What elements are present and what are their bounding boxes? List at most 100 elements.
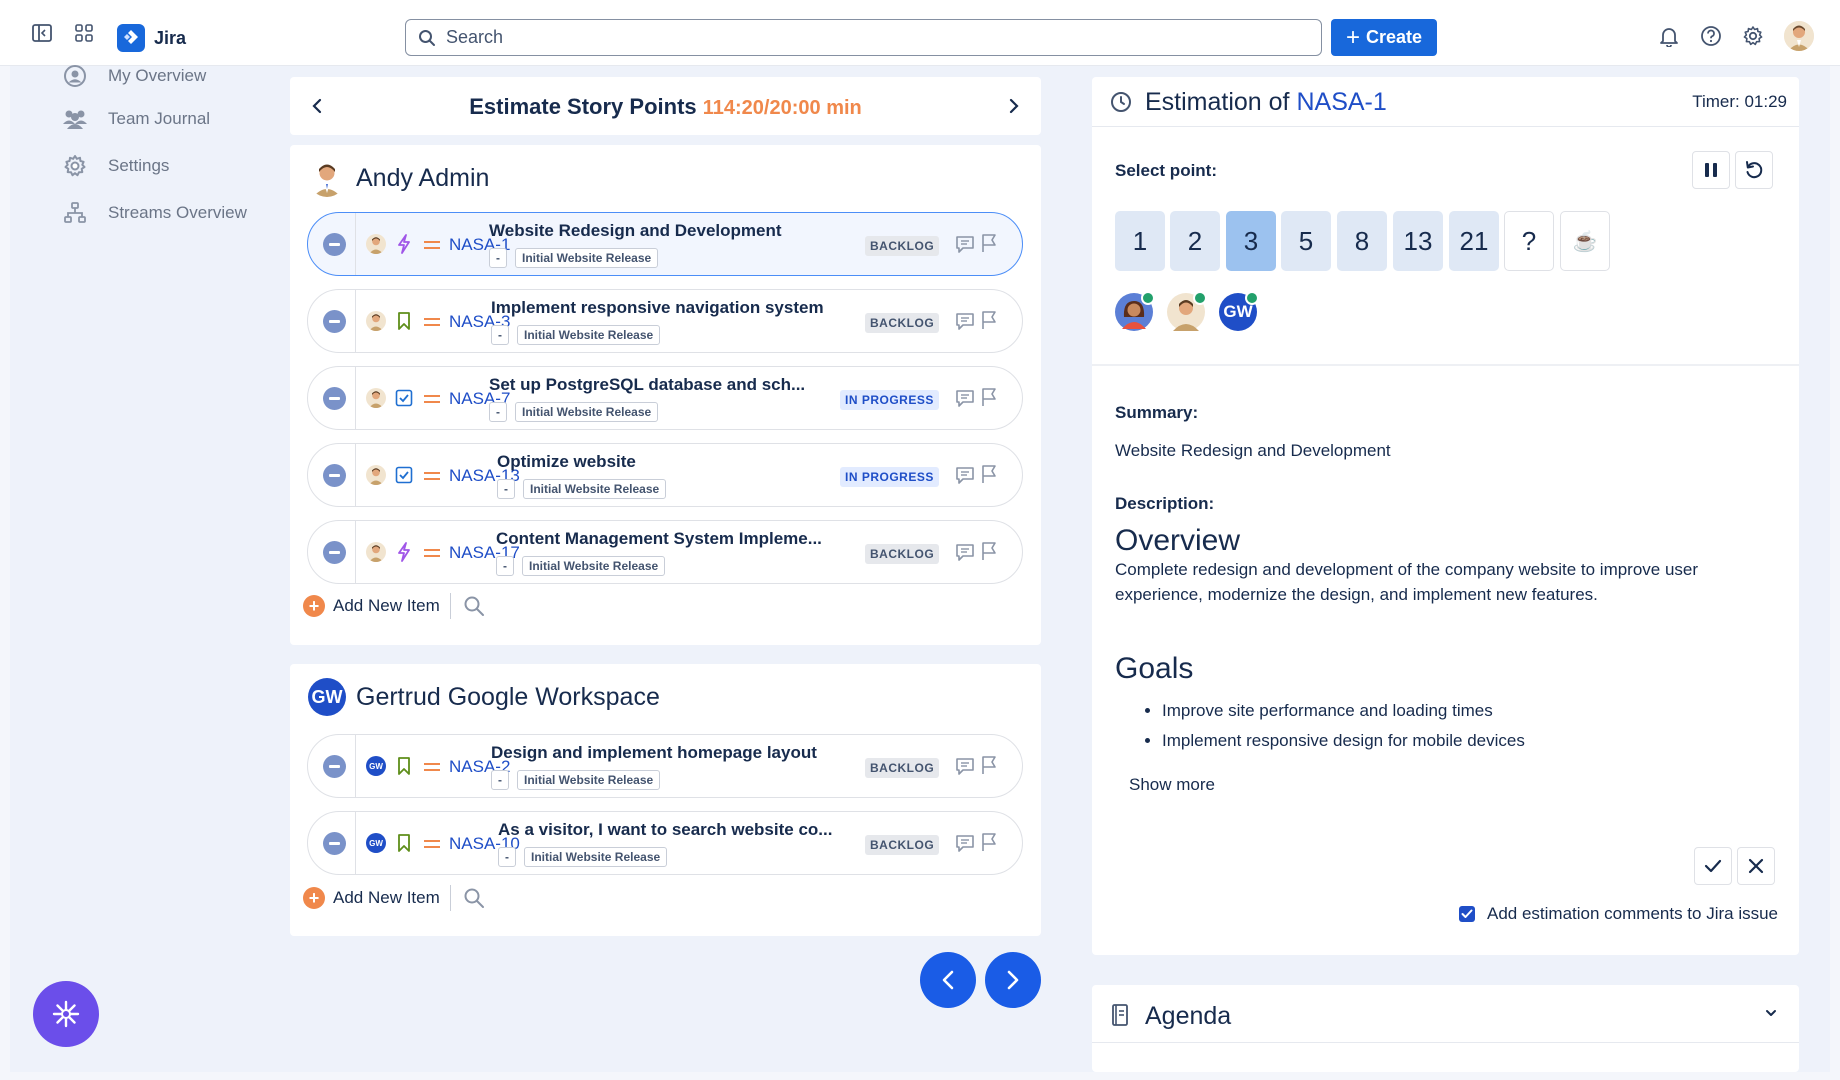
remove-circle-icon[interactable] xyxy=(323,310,346,333)
estimation-issue-key[interactable]: NASA-1 xyxy=(1296,88,1386,116)
status-badge: BACKLOG xyxy=(865,544,940,564)
remove-circle-icon[interactable] xyxy=(323,387,346,410)
priority-medium-icon xyxy=(424,241,440,249)
row-divider xyxy=(355,213,356,275)
release-chip: Initial Website Release xyxy=(524,847,668,867)
pause-button[interactable] xyxy=(1692,151,1730,189)
story-bookmark-icon xyxy=(394,755,414,777)
estimation-header: Estimation of NASA-1 Timer: 01:29 xyxy=(1092,77,1799,127)
flag-icon[interactable] xyxy=(980,540,998,562)
point-card-8[interactable]: 8 xyxy=(1337,211,1387,271)
status-badge: IN PROGRESS xyxy=(840,467,939,487)
create-label: Create xyxy=(1365,27,1423,47)
nav-team-journal[interactable]: Team Journal xyxy=(62,104,210,134)
section-divider xyxy=(1092,364,1799,366)
jira-logo-icon[interactable] xyxy=(117,24,145,52)
point-card-2[interactable]: 2 xyxy=(1170,211,1220,271)
sparkle-icon xyxy=(52,1000,80,1028)
app-switcher-icon[interactable] xyxy=(73,22,95,44)
search-issue-icon[interactable] xyxy=(463,887,485,909)
voted-check-icon xyxy=(1141,291,1155,305)
participant-header: Andy Admin xyxy=(308,159,489,197)
issue-row[interactable]: GW NASA-2 Design and implement homepage … xyxy=(307,734,1023,798)
assistant-fab-button[interactable] xyxy=(33,981,99,1047)
flag-icon[interactable] xyxy=(980,463,998,485)
confirm-button[interactable] xyxy=(1694,847,1732,885)
add-new-item[interactable]: + Add New Item xyxy=(303,593,485,619)
comment-icon[interactable] xyxy=(954,310,976,332)
reset-icon xyxy=(1746,161,1763,179)
previous-page-button[interactable] xyxy=(920,952,976,1008)
create-button[interactable]: + Create xyxy=(1331,19,1437,56)
add-comments-option[interactable]: Add estimation comments to Jira issue xyxy=(1459,904,1778,924)
search-issue-icon[interactable] xyxy=(463,595,485,617)
comment-icon[interactable] xyxy=(954,233,976,255)
assignee-avatar xyxy=(366,465,386,485)
comment-icon[interactable] xyxy=(954,464,976,486)
point-card-unknown[interactable]: ? xyxy=(1504,211,1554,271)
issue-chips: - Initial Website Release xyxy=(491,770,661,790)
comment-icon[interactable] xyxy=(954,541,976,563)
comment-icon[interactable] xyxy=(954,755,976,777)
issue-row[interactable]: NASA-17 Content Management System Implem… xyxy=(307,520,1023,584)
nav-settings[interactable]: Settings xyxy=(62,151,169,181)
issue-row[interactable]: NASA-13 Optimize website - Initial Websi… xyxy=(307,443,1023,507)
agenda-title: Agenda xyxy=(1145,1002,1232,1030)
flag-icon[interactable] xyxy=(980,754,998,776)
estimate-timer: 114:20/20:00 min xyxy=(702,97,862,119)
voter-avatar: GW xyxy=(1219,291,1259,331)
issue-row[interactable]: NASA-3 Implement responsive navigation s… xyxy=(307,289,1023,353)
overview-text: Complete redesign and development of the… xyxy=(1115,560,1699,604)
issue-summary: Content Management System Impleme... xyxy=(496,529,822,548)
point-card-13[interactable]: 13 xyxy=(1393,211,1443,271)
add-new-item[interactable]: + Add New Item xyxy=(303,885,485,911)
remove-circle-icon[interactable] xyxy=(323,832,346,855)
user-avatar[interactable] xyxy=(1784,21,1814,51)
app-name[interactable]: Jira xyxy=(154,28,186,49)
estimate-chip: - xyxy=(489,402,507,422)
story-bookmark-icon xyxy=(394,832,414,854)
issue-row[interactable]: NASA-1 Website Redesign and Development … xyxy=(307,212,1023,276)
chevron-down-icon[interactable] xyxy=(1763,1005,1779,1021)
estimation-title: Estimation of NASA-1 xyxy=(1145,88,1387,117)
nav-streams-overview[interactable]: Streams Overview xyxy=(62,198,247,228)
coffee-break-card[interactable]: ☕ xyxy=(1560,211,1610,271)
point-card-21[interactable]: 21 xyxy=(1449,211,1499,271)
search-input[interactable]: Search xyxy=(405,19,1322,56)
remove-circle-icon[interactable] xyxy=(323,541,346,564)
priority-medium-icon xyxy=(424,395,440,403)
document-icon xyxy=(1109,1003,1131,1027)
voted-check-icon xyxy=(1245,291,1259,305)
next-page-button[interactable] xyxy=(985,952,1041,1008)
notifications-bell-icon[interactable] xyxy=(1657,24,1681,48)
issue-summary: Implement responsive navigation system xyxy=(491,298,824,317)
participant-group-gertrud: GW Gertrud Google Workspace GW NASA-2 De… xyxy=(290,664,1041,936)
flag-icon[interactable] xyxy=(980,386,998,408)
remove-circle-icon[interactable] xyxy=(323,755,346,778)
flag-icon[interactable] xyxy=(980,309,998,331)
next-issue-arrow-icon[interactable] xyxy=(1001,93,1027,119)
comment-icon[interactable] xyxy=(954,387,976,409)
settings-gear-icon[interactable] xyxy=(1741,24,1765,48)
point-card-3-selected[interactable]: 3 xyxy=(1226,211,1276,271)
overview-heading: Overview xyxy=(1115,524,1241,557)
remove-circle-icon[interactable] xyxy=(323,464,346,487)
voter-avatar xyxy=(1167,291,1207,331)
comment-icon[interactable] xyxy=(954,832,976,854)
cancel-button[interactable] xyxy=(1737,847,1775,885)
add-comments-checkbox[interactable] xyxy=(1459,906,1475,922)
nav-my-overview[interactable]: My Overview xyxy=(62,61,206,91)
remove-circle-icon[interactable] xyxy=(323,233,346,256)
agenda-header[interactable]: Agenda xyxy=(1092,985,1799,1043)
sidebar-toggle-icon[interactable] xyxy=(31,22,53,44)
point-card-1[interactable]: 1 xyxy=(1115,211,1165,271)
reset-button[interactable] xyxy=(1735,151,1773,189)
point-card-5[interactable]: 5 xyxy=(1281,211,1331,271)
flag-icon[interactable] xyxy=(980,831,998,853)
show-more-link[interactable]: Show more xyxy=(1129,775,1215,795)
issue-row[interactable]: GW NASA-10 As a visitor, I want to searc… xyxy=(307,811,1023,875)
help-icon[interactable] xyxy=(1699,24,1723,48)
divider xyxy=(449,593,451,619)
issue-row[interactable]: NASA-7 Set up PostgreSQL database and sc… xyxy=(307,366,1023,430)
flag-icon[interactable] xyxy=(980,232,998,254)
